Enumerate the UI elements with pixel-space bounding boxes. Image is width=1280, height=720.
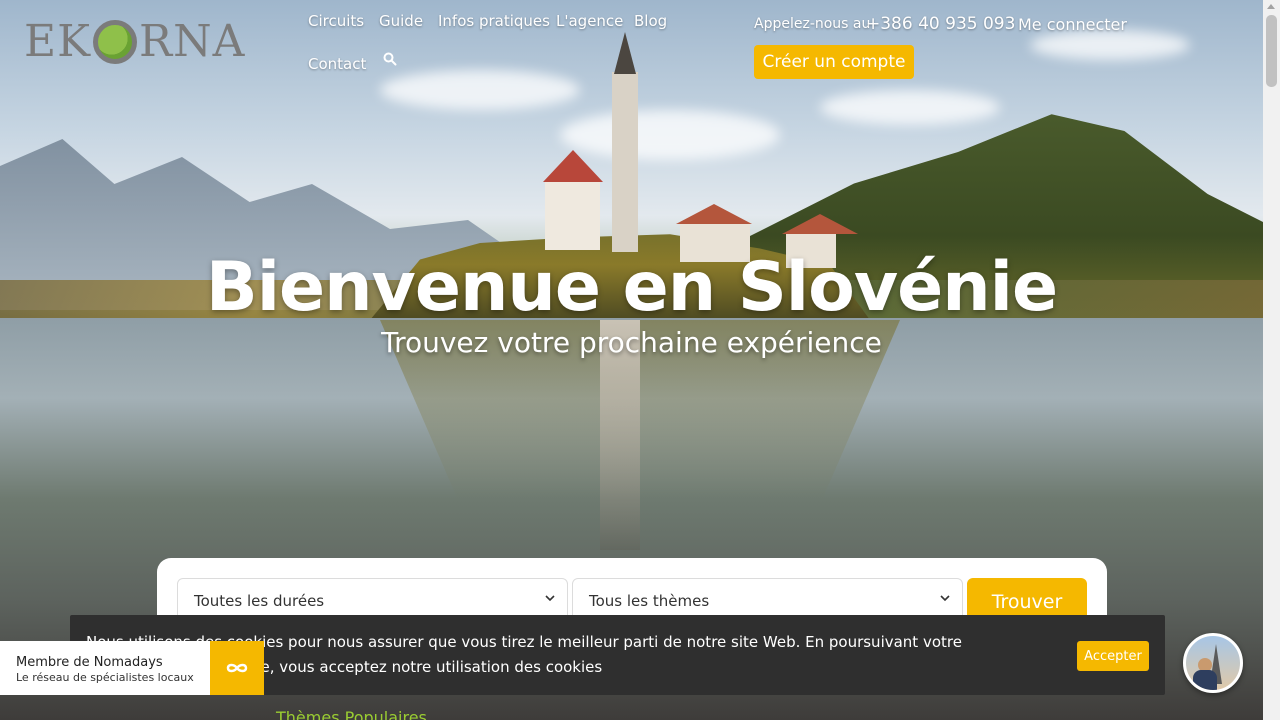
nav-item-blog[interactable]: Blog — [634, 12, 667, 30]
nomadays-subtitle: Le réseau de spécialistes locaux — [16, 671, 194, 684]
chevron-down-icon — [940, 595, 950, 602]
hero-subtitle: Trouvez votre prochaine expérience — [381, 326, 882, 359]
infinity-icon — [226, 663, 248, 673]
nav-item-guide[interactable]: Guide — [379, 12, 423, 30]
nav-item-contact[interactable]: Contact — [308, 55, 366, 73]
login-link[interactable]: Me connecter — [1018, 15, 1127, 34]
hero-title: Bienvenue en Slovénie — [205, 248, 1058, 327]
scrollbar-thumb[interactable] — [1266, 15, 1277, 87]
phone-label: Appelez-nous au — [754, 16, 871, 32]
search-icon[interactable] — [383, 52, 397, 66]
logo-text-left: EK — [24, 16, 91, 67]
accept-cookies-button[interactable]: Accepter — [1077, 641, 1149, 671]
duration-select-value: Toutes les durées — [194, 592, 325, 610]
globe-icon — [93, 19, 137, 64]
phone-number-link[interactable]: +386 40 935 093 — [866, 14, 1015, 34]
nav-item-circuits[interactable]: Circuits — [308, 12, 364, 30]
logo-text-right: RNA — [139, 16, 246, 67]
chat-avatar-button[interactable] — [1183, 633, 1243, 693]
vertical-scrollbar[interactable] — [1263, 0, 1280, 720]
scroll-up-arrow-icon[interactable] — [1267, 4, 1275, 9]
nav-item-infos-pratiques[interactable]: Infos pratiques — [438, 12, 550, 30]
popular-themes-heading: Thèmes Populaires — [276, 708, 427, 720]
chevron-down-icon — [545, 595, 555, 602]
nav-item-agence[interactable]: L'agence — [556, 12, 623, 30]
nomadays-badge[interactable]: Membre de Nomadays Le réseau de spéciali… — [0, 641, 264, 695]
site-logo[interactable]: EK RNA — [24, 16, 245, 67]
nomadays-title: Membre de Nomadays — [16, 655, 163, 670]
create-account-button[interactable]: Créer un compte — [754, 45, 914, 79]
theme-select-value: Tous les thèmes — [589, 592, 710, 610]
nomadays-logo — [210, 641, 264, 695]
